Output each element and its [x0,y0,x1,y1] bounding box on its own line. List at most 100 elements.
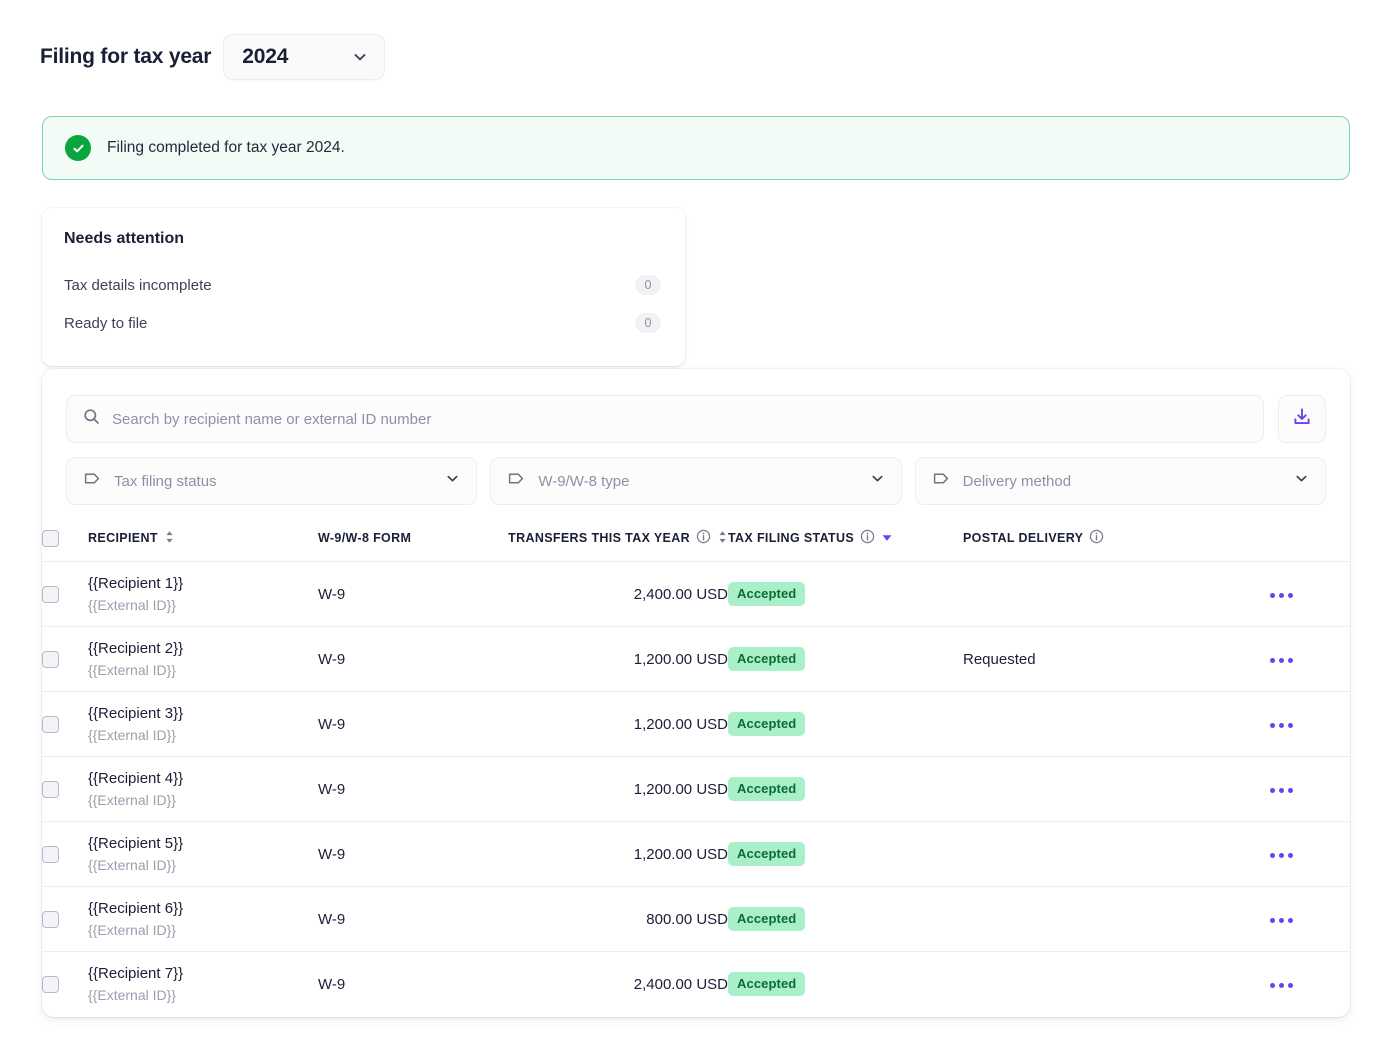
row-actions-cell [1213,692,1350,757]
recipient-name: {{Recipient 3}} [88,703,318,725]
row-select-cell [42,887,88,952]
form-cell: W-9 [318,952,483,1017]
download-button[interactable] [1278,395,1326,443]
recipient-name: {{Recipient 2}} [88,638,318,660]
recipient-cell: {{Recipient 4}} {{External ID}} [88,757,318,822]
row-select-cell [42,757,88,822]
table-row[interactable]: {{Recipient 7}} {{External ID}} W-9 2,40… [42,952,1350,1017]
postal-cell [963,887,1213,952]
row-checkbox[interactable] [42,846,59,863]
amount-cell: 1,200.00 USD [483,692,728,757]
info-icon[interactable] [696,529,711,547]
recipient-name: {{Recipient 4}} [88,768,318,790]
row-actions-cell [1213,562,1350,627]
recipient-cell: {{Recipient 3}} {{External ID}} [88,692,318,757]
filter-w9-w8-type[interactable]: W-9/W-8 type [490,457,901,505]
table-row[interactable]: {{Recipient 3}} {{External ID}} W-9 1,20… [42,692,1350,757]
filter-label: Delivery method [963,473,1294,490]
table-row[interactable]: {{Recipient 1}} {{External ID}} W-9 2,40… [42,562,1350,627]
column-header-form: W-9/W-8 FORM [318,523,483,562]
search-row: Search by recipient name or external ID … [66,395,1326,443]
form-cell: W-9 [318,562,483,627]
tag-icon [507,469,526,493]
row-checkbox[interactable] [42,781,59,798]
table-row[interactable]: {{Recipient 2}} {{External ID}} W-9 1,20… [42,627,1350,692]
row-checkbox[interactable] [42,586,59,603]
needs-attention-label: Ready to file [62,315,147,332]
form-cell: W-9 [318,692,483,757]
status-badge: Accepted [728,712,805,736]
tag-icon [932,469,951,493]
row-overflow-menu-icon[interactable] [1264,587,1299,604]
column-header-actions [1213,523,1350,562]
table-row[interactable]: {{Recipient 6}} {{External ID}} W-9 800.… [42,887,1350,952]
sort-icon[interactable] [164,530,175,547]
recipient-external-id: {{External ID}} [88,790,318,810]
table-row[interactable]: {{Recipient 5}} {{External ID}} W-9 1,20… [42,822,1350,887]
row-overflow-menu-icon[interactable] [1264,912,1299,929]
status-badge: Accepted [728,972,805,996]
row-actions-cell [1213,627,1350,692]
row-checkbox[interactable] [42,911,59,928]
info-icon[interactable] [1089,529,1104,547]
row-select-cell [42,562,88,627]
amount-cell: 1,200.00 USD [483,757,728,822]
row-overflow-menu-icon[interactable] [1264,977,1299,994]
recipient-name: {{Recipient 6}} [88,898,318,920]
recipient-cell: {{Recipient 5}} {{External ID}} [88,822,318,887]
tax-year-select[interactable]: 2024 [223,34,385,80]
recipient-external-id: {{External ID}} [88,725,318,745]
tax-year-value: 2024 [242,45,288,69]
row-overflow-menu-icon[interactable] [1264,782,1299,799]
column-header-postal-delivery: POSTAL DELIVERY [963,523,1213,562]
recipients-table-card: Search by recipient name or external ID … [42,369,1350,1017]
form-cell: W-9 [318,757,483,822]
column-label: POSTAL DELIVERY [963,531,1083,545]
sort-icon[interactable] [717,530,728,547]
status-cell: Accepted [728,562,963,627]
needs-attention-card: Needs attention Tax details incomplete 0… [42,208,685,366]
row-checkbox[interactable] [42,651,59,668]
column-header-recipient[interactable]: RECIPIENT [88,523,318,562]
column-header-transfers[interactable]: TRANSFERS THIS TAX YEAR [483,523,728,562]
table-toolbar: Search by recipient name or external ID … [42,369,1350,505]
select-all-header [42,523,88,562]
postal-cell [963,757,1213,822]
recipient-external-id: {{External ID}} [88,920,318,940]
banner-message: Filing completed for tax year 2024. [107,139,345,157]
page-header: Filing for tax year 2024 [0,0,1392,80]
filter-tax-filing-status[interactable]: Tax filing status [66,457,477,505]
column-label: TRANSFERS THIS TAX YEAR [508,531,690,545]
postal-cell [963,822,1213,887]
row-checkbox[interactable] [42,716,59,733]
needs-attention-row-ready-to-file[interactable]: Ready to file 0 [62,304,661,342]
row-overflow-menu-icon[interactable] [1264,652,1299,669]
filter-delivery-method[interactable]: Delivery method [915,457,1326,505]
needs-attention-count: 0 [635,275,661,295]
info-icon[interactable] [860,529,875,547]
recipient-name: {{Recipient 7}} [88,963,318,985]
row-select-cell [42,952,88,1017]
row-checkbox[interactable] [42,976,59,993]
filter-label: Tax filing status [114,473,445,490]
column-header-tax-filing-status[interactable]: TAX FILING STATUS [728,523,963,562]
table-row[interactable]: {{Recipient 4}} {{External ID}} W-9 1,20… [42,757,1350,822]
needs-attention-row-tax-details-incomplete[interactable]: Tax details incomplete 0 [62,266,661,304]
status-badge: Accepted [728,842,805,866]
status-cell: Accepted [728,757,963,822]
row-overflow-menu-icon[interactable] [1264,717,1299,734]
status-cell: Accepted [728,887,963,952]
sort-descending-icon[interactable] [881,531,893,545]
table-body: {{Recipient 1}} {{External ID}} W-9 2,40… [42,562,1350,1017]
search-input[interactable]: Search by recipient name or external ID … [66,395,1264,443]
row-overflow-menu-icon[interactable] [1264,847,1299,864]
postal-cell [963,952,1213,1017]
tax-filing-page: Filing for tax year 2024 Filing complete… [0,0,1392,1040]
download-icon [1292,407,1312,432]
postal-cell: Requested [963,627,1213,692]
amount-cell: 1,200.00 USD [483,822,728,887]
postal-cell [963,692,1213,757]
status-cell: Accepted [728,692,963,757]
table-header-row: RECIPIENT W-9/W-8 FORM [42,523,1350,562]
select-all-checkbox[interactable] [42,530,59,547]
